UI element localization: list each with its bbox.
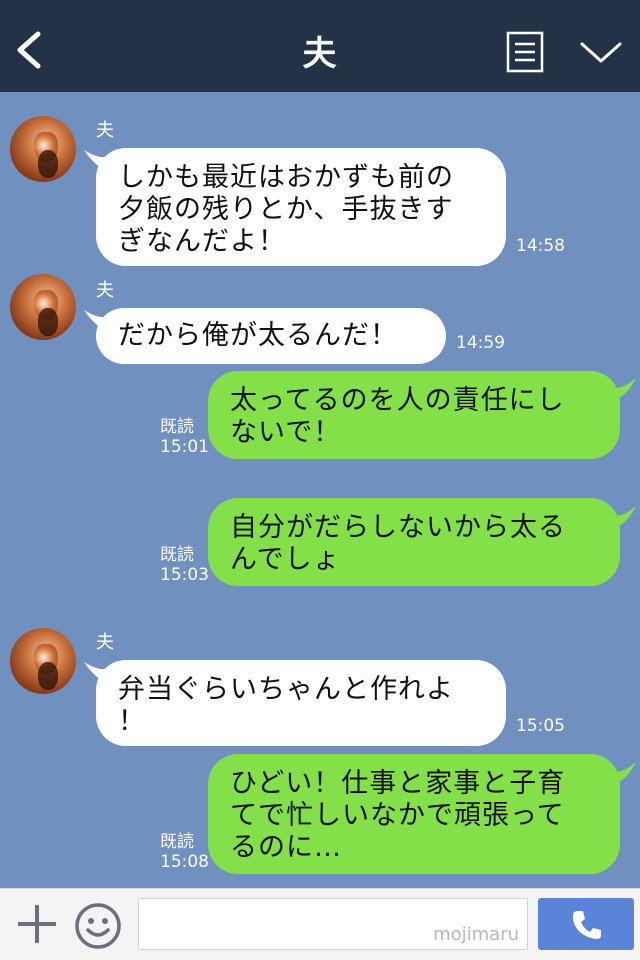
- smiley-icon: [75, 903, 121, 949]
- back-button[interactable]: [10, 26, 50, 74]
- message-bubble[interactable]: 自分がだらしないから太る んでしょ: [208, 498, 620, 586]
- chat-title: 夫: [302, 34, 338, 74]
- message-time: 15:03: [160, 565, 209, 585]
- message-input[interactable]: mojimaru: [138, 898, 528, 950]
- phone-icon: [572, 911, 601, 939]
- message-line: るのに…: [230, 832, 342, 863]
- read-label: 既読: [160, 832, 194, 852]
- message-list[interactable]: 夫 しかも最近はおかずも前の 夕飯の残りとか、手抜きす ぎなんだよ！ 14:58…: [0, 92, 640, 888]
- read-receipt: 既読 15:03: [160, 545, 209, 585]
- message-bubble[interactable]: ひどい！仕事と家事と子育 てで忙しいなかで頑張って るのに…: [208, 754, 620, 874]
- call-button[interactable]: [538, 898, 634, 950]
- chevron-down-icon: [580, 42, 622, 63]
- message-bubble[interactable]: だから俺が太るんだ！: [96, 308, 446, 364]
- avatar[interactable]: [10, 274, 76, 340]
- avatar[interactable]: [10, 628, 76, 694]
- message-line: ！: [118, 706, 146, 737]
- message-line: てで忙しいなかで頑張って: [230, 800, 565, 831]
- message-line: だから俺が太るんだ！: [118, 320, 398, 351]
- message-line: ぎなんだよ！: [118, 226, 286, 257]
- read-label: 既読: [160, 545, 194, 565]
- plus-icon: [18, 905, 56, 943]
- read-receipt: 既読 15:08: [160, 832, 209, 872]
- sender-name: 夫: [96, 120, 114, 141]
- add-button[interactable]: [16, 903, 58, 945]
- chat-header: 夫: [0, 0, 640, 92]
- emoji-button[interactable]: [74, 902, 122, 950]
- sender-name: 夫: [96, 632, 114, 653]
- message-time: 15:05: [516, 716, 565, 736]
- watermark: mojimaru: [433, 924, 519, 945]
- menu-button[interactable]: [578, 36, 624, 68]
- chevron-left-icon: [17, 31, 41, 69]
- message-line: 夕飯の残りとか、手抜きす: [118, 194, 454, 225]
- message-line: ないで！: [230, 417, 342, 448]
- bubble-tail: [610, 506, 636, 530]
- message-bubble[interactable]: 太ってるのを人の責任にし ないで！: [208, 371, 620, 459]
- message-time: 14:59: [456, 333, 505, 353]
- message-line: 弁当ぐらいちゃんと作れよ: [118, 674, 454, 705]
- sender-name: 夫: [96, 280, 114, 301]
- message-bubble[interactable]: しかも最近はおかずも前の 夕飯の残りとか、手抜きす ぎなんだよ！: [96, 148, 506, 266]
- message-time: 15:01: [160, 437, 209, 457]
- message-line: しかも最近はおかずも前の: [118, 162, 454, 193]
- note-button[interactable]: [506, 31, 544, 73]
- message-line: 太ってるのを人の責任にし: [230, 385, 565, 416]
- message-line: 自分がだらしないから太る: [230, 512, 566, 543]
- read-label: 既読: [160, 417, 194, 437]
- bubble-tail: [610, 762, 636, 786]
- message-line: んでしょ: [230, 544, 341, 575]
- message-bubble[interactable]: 弁当ぐらいちゃんと作れよ ！: [96, 660, 506, 746]
- note-icon: [506, 31, 544, 73]
- message-line: ひどい！仕事と家事と子育: [230, 768, 566, 799]
- input-bar: mojimaru: [0, 888, 640, 960]
- message-time: 14:58: [516, 236, 565, 256]
- bubble-tail: [610, 378, 636, 402]
- avatar[interactable]: [10, 116, 76, 182]
- read-receipt: 既読 15:01: [160, 417, 209, 457]
- message-time: 15:08: [160, 852, 209, 872]
